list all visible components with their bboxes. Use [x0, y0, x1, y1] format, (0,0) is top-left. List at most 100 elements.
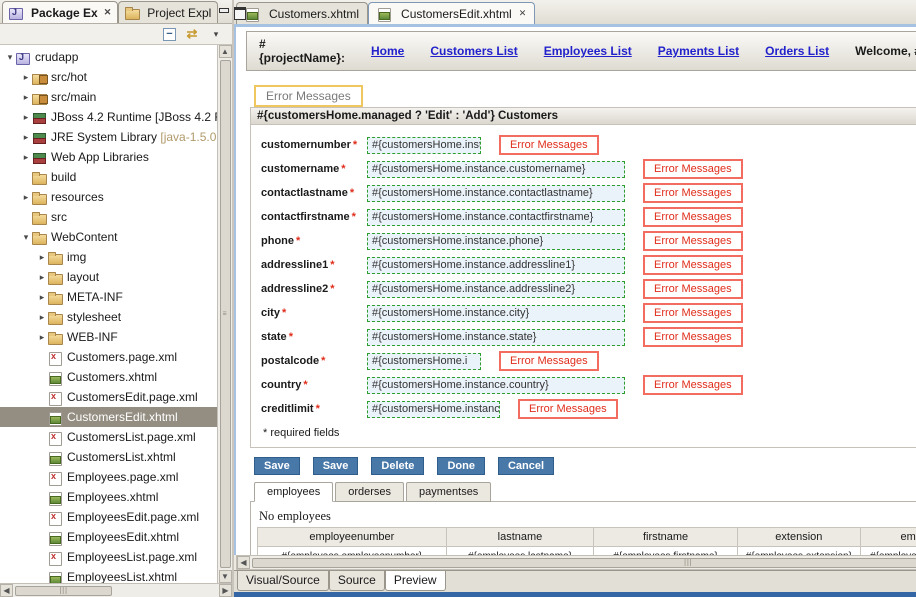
maximize-icon[interactable] [234, 7, 245, 17]
tree-item-employees-xhtml[interactable]: Employees.xhtml [0, 487, 217, 507]
tree-item-customerslist-xhtml[interactable]: CustomersList.xhtml [0, 447, 217, 467]
tree-item-employees-page-xml[interactable]: Employees.page.xml [0, 467, 217, 487]
editor-tab-customers-xhtml[interactable]: Customers.xhtml [236, 2, 368, 24]
tree-item-web-inf[interactable]: ▸WEB-INF [0, 327, 217, 347]
tree-item-webcontent[interactable]: ▾WebContent [0, 227, 217, 247]
tree-item-layout[interactable]: ▸layout [0, 267, 217, 287]
country-input[interactable]: #{customersHome.instance.country} [367, 377, 625, 394]
error-messages-box: Error Messages [643, 375, 743, 395]
scroll-up-icon[interactable]: ▲ [219, 45, 232, 58]
close-icon[interactable]: ✕ [104, 7, 112, 18]
tree-item-customerslist-page-xml[interactable]: CustomersList.page.xml [0, 427, 217, 447]
nav-link-home[interactable]: Home [371, 44, 404, 58]
save-button[interactable]: Save [254, 457, 300, 475]
tree-item-customersedit-page-xml[interactable]: CustomersEdit.page.xml [0, 387, 217, 407]
phone-input[interactable]: #{customersHome.instance.phone} [367, 233, 625, 250]
tab-project-expl[interactable]: Project Expl [118, 1, 218, 23]
delete-button[interactable]: Delete [371, 457, 424, 475]
tree-item-build[interactable]: build [0, 167, 217, 187]
contactlastname-input[interactable]: #{customersHome.instance.contactlastname… [367, 185, 625, 202]
tree-item-jre-system-library[interactable]: ▸JRE System Library [java-1.5.0-su [0, 127, 217, 147]
package-explorer-icon [9, 6, 23, 19]
tree-item-stylesheet[interactable]: ▸stylesheet [0, 307, 217, 327]
xhtml-file-icon [48, 491, 63, 504]
nav-link-orders-list[interactable]: Orders List [765, 44, 829, 58]
addressline2-input[interactable]: #{customersHome.instance.addressline2} [367, 281, 625, 298]
window-bottom-border [234, 592, 916, 597]
tree-item-src[interactable]: src [0, 207, 217, 227]
tree-item-resources[interactable]: ▸resources [0, 187, 217, 207]
close-icon[interactable]: ✕ [519, 8, 527, 19]
tab-package-ex[interactable]: Package Ex✕ [2, 1, 118, 23]
customername-input[interactable]: #{customersHome.instance.customername} [367, 161, 625, 178]
scroll-left-icon[interactable]: ◀ [237, 556, 250, 569]
view-menu-icon[interactable]: ▾ [208, 26, 224, 42]
tab-visual-source[interactable]: Visual/Source [237, 571, 329, 591]
xml-file-icon [48, 551, 63, 564]
expand-arrow-icon[interactable]: ▸ [20, 92, 32, 103]
link-with-editor-icon[interactable]: ⇄ [184, 26, 200, 42]
nav-link-employees-list[interactable]: Employees List [544, 44, 632, 58]
scrollbar-thumb[interactable]: ||| [15, 586, 112, 596]
tree-item-customers-page-xml[interactable]: Customers.page.xml [0, 347, 217, 367]
table-cell: #{employees.employeenumber} [258, 547, 447, 556]
scroll-down-icon[interactable]: ▼ [219, 570, 232, 583]
expand-arrow-icon[interactable]: ▸ [36, 332, 48, 343]
tree-item-employeeslist-page-xml[interactable]: EmployeesList.page.xml [0, 547, 217, 567]
nav-link-payments-list[interactable]: Payments List [658, 44, 739, 58]
tab-paymentses[interactable]: paymentses [406, 482, 491, 502]
creditlimit-input[interactable]: #{customersHome.instanc [367, 401, 500, 418]
tree-item-meta-inf[interactable]: ▸META-INF [0, 287, 217, 307]
expand-arrow-icon[interactable]: ▸ [36, 252, 48, 263]
tree-item-employeesedit-xhtml[interactable]: EmployeesEdit.xhtml [0, 527, 217, 547]
tree-item-img[interactable]: ▸img [0, 247, 217, 267]
editor-tab-customersedit-xhtml[interactable]: CustomersEdit.xhtml✕ [368, 2, 535, 24]
scrollbar-thumb[interactable]: ||| [252, 558, 916, 568]
expand-arrow-icon[interactable]: ▸ [36, 312, 48, 323]
tree-item-src-main[interactable]: ▸src/main [0, 87, 217, 107]
addressline1-input[interactable]: #{customersHome.instance.addressline1} [367, 257, 625, 274]
tree-item-src-hot[interactable]: ▸src/hot [0, 67, 217, 87]
tab-employees[interactable]: employees [254, 482, 333, 502]
expand-arrow-icon[interactable]: ▸ [20, 132, 32, 143]
cancel-button[interactable]: Cancel [498, 457, 554, 475]
expand-arrow-icon[interactable]: ▸ [36, 272, 48, 283]
tab-source[interactable]: Source [329, 571, 385, 591]
done-button[interactable]: Done [437, 457, 485, 475]
expand-arrow-icon[interactable]: ▸ [20, 192, 32, 203]
tree-item-web-app-libraries[interactable]: ▸Web App Libraries [0, 147, 217, 167]
city-input[interactable]: #{customersHome.instance.city} [367, 305, 625, 322]
tree-item-customersedit-xhtml[interactable]: CustomersEdit.xhtml [0, 407, 217, 427]
postalcode-input[interactable]: #{customersHome.i [367, 353, 481, 370]
tree-item-jboss-4-2-runtime-jboss-4-2-runt[interactable]: ▸JBoss 4.2 Runtime [JBoss 4.2 Runt [0, 107, 217, 127]
tree-item-employeeslist-xhtml[interactable]: EmployeesList.xhtml [0, 567, 217, 583]
tree-horizontal-scrollbar[interactable]: ◀ ||| ▶ [0, 583, 232, 597]
tab-orderses[interactable]: orderses [335, 482, 404, 502]
contactfirstname-input[interactable]: #{customersHome.instance.contactfirstnam… [367, 209, 625, 226]
tab-preview[interactable]: Preview [385, 571, 446, 591]
state-input[interactable]: #{customersHome.instance.state} [367, 329, 625, 346]
collapse-all-icon[interactable]: − [163, 28, 176, 41]
scrollbar-thumb[interactable]: ≡ [220, 60, 231, 568]
minimize-icon[interactable] [218, 7, 229, 17]
customernumber-input[interactable]: #{customersHome.instanc [367, 137, 481, 154]
tree-item-label: crudapp [35, 50, 78, 64]
expand-arrow-icon[interactable]: ▸ [20, 152, 32, 163]
collapse-arrow-icon[interactable]: ▾ [4, 52, 16, 63]
folder-icon [48, 291, 63, 304]
editor-horizontal-scrollbar[interactable]: ◀ ||| [236, 555, 916, 570]
expand-arrow-icon[interactable]: ▸ [20, 72, 32, 83]
expand-arrow-icon[interactable]: ▸ [36, 292, 48, 303]
tree-item-crudapp[interactable]: ▾ crudapp [0, 47, 217, 67]
collapse-arrow-icon[interactable]: ▾ [20, 232, 32, 243]
save-button-2[interactable]: Save [313, 457, 359, 475]
scroll-left-icon[interactable]: ◀ [0, 584, 13, 597]
error-messages-box: Error Messages [499, 135, 599, 155]
nav-link-customers-list[interactable]: Customers List [430, 44, 517, 58]
expand-arrow-icon[interactable]: ▸ [20, 112, 32, 123]
scroll-right-icon[interactable]: ▶ [219, 584, 232, 597]
tree-vertical-scrollbar[interactable]: ▲ ≡ ▼ [217, 45, 232, 583]
required-asterisk: * [352, 211, 356, 223]
tree-item-customers-xhtml[interactable]: Customers.xhtml [0, 367, 217, 387]
tree-item-employeesedit-page-xml[interactable]: EmployeesEdit.page.xml [0, 507, 217, 527]
